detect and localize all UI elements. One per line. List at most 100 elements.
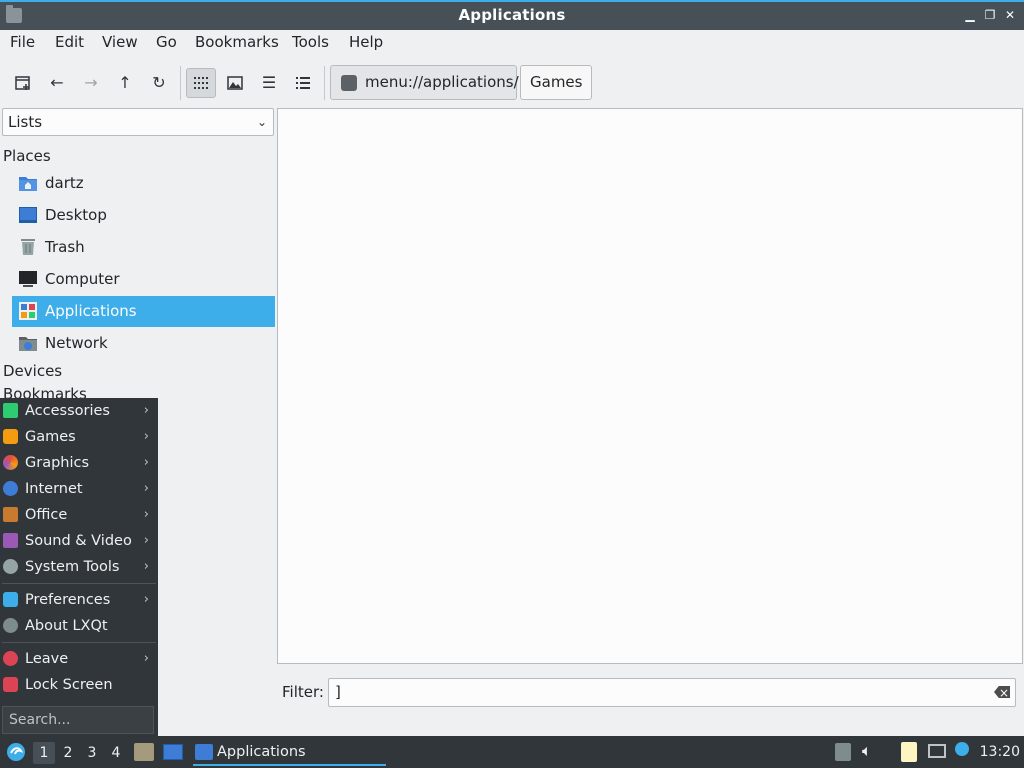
network-icon[interactable]: [928, 744, 946, 758]
place-item-desktop[interactable]: Desktop: [12, 200, 275, 231]
place-label: Computer: [45, 270, 120, 288]
clipboard-icon[interactable]: [901, 742, 917, 762]
title-bar: Applications ▁ ❐ ✕: [0, 0, 1024, 30]
menu-file[interactable]: File: [10, 33, 35, 51]
system-tools-icon: [3, 559, 18, 574]
volume-icon[interactable]: 🔈︎: [862, 741, 872, 761]
icon-grid-icon: [194, 77, 208, 89]
minimize-button[interactable]: ▁: [962, 7, 978, 23]
back-button[interactable]: ←: [42, 68, 72, 98]
menu-item-games[interactable]: Games ›: [0, 424, 158, 450]
chevron-right-icon: ›: [143, 559, 149, 574]
menu-item-lock-screen[interactable]: Lock Screen: [0, 672, 158, 698]
place-item-home[interactable]: dartz: [12, 168, 275, 199]
detailed-list-icon: [296, 77, 310, 89]
path-button-current[interactable]: Games: [520, 65, 593, 100]
menu-item-internet[interactable]: Internet ›: [0, 476, 158, 502]
forward-button[interactable]: →: [76, 68, 106, 98]
icon-view-button[interactable]: [186, 68, 216, 98]
side-pane-mode-select[interactable]: Lists ⌄: [2, 108, 274, 136]
place-item-applications[interactable]: Applications: [12, 296, 275, 327]
filter-value: ]: [335, 683, 341, 701]
places-header: Places: [3, 147, 51, 165]
menu-item-label: Accessories: [25, 403, 110, 419]
menu-go[interactable]: Go: [156, 33, 177, 51]
chevron-right-icon: ›: [143, 429, 149, 444]
menu-item-label: Lock Screen: [25, 677, 113, 693]
devices-header: Devices: [3, 362, 63, 380]
place-item-network[interactable]: Network: [12, 328, 275, 359]
menu-edit[interactable]: Edit: [55, 33, 84, 51]
search-placeholder: Search...: [9, 712, 71, 728]
menu-tools[interactable]: Tools: [292, 33, 329, 51]
menu-item-office[interactable]: Office ›: [0, 502, 158, 528]
toolbar-separator: [324, 66, 325, 100]
menu-item-graphics[interactable]: Graphics ›: [0, 450, 158, 476]
start-menu: Accessories › Games › Graphics › Internet › …: [0, 398, 158, 736]
workspace-4[interactable]: 4: [105, 742, 127, 764]
place-item-computer[interactable]: Computer: [12, 264, 275, 295]
side-pane-mode-value: Lists: [8, 113, 43, 131]
notification-icon[interactable]: [955, 742, 969, 756]
path-button-root[interactable]: menu://applications/: [330, 65, 519, 100]
removable-media-icon[interactable]: [835, 743, 851, 761]
chevron-right-icon: ›: [143, 455, 149, 470]
applications-icon: [19, 302, 37, 320]
menu-help[interactable]: Help: [349, 33, 383, 51]
restore-button[interactable]: ❐: [982, 7, 998, 23]
games-icon: [3, 429, 18, 444]
menu-item-label: Preferences: [25, 592, 111, 608]
new-tab-button[interactable]: [8, 68, 38, 98]
place-label: Desktop: [45, 206, 107, 224]
menu-item-label: Office: [25, 507, 68, 523]
chevron-right-icon: ›: [143, 533, 149, 548]
filter-input[interactable]: ]: [328, 678, 1016, 707]
list-icon: ☰: [261, 73, 277, 92]
compact-view-button[interactable]: ☰: [254, 68, 284, 98]
up-button[interactable]: ↑: [110, 68, 140, 98]
reload-icon: ↻: [152, 73, 166, 92]
menu-view[interactable]: View: [102, 33, 138, 51]
thumbnail-view-button[interactable]: [220, 68, 250, 98]
menu-item-sound-video[interactable]: Sound & Video ›: [0, 528, 158, 554]
clear-icon[interactable]: [994, 686, 1010, 698]
menu-separator: [2, 583, 156, 584]
menu-item-system-tools[interactable]: System Tools ›: [0, 554, 158, 580]
menu-search-input[interactable]: Search...: [2, 706, 154, 734]
computer-icon: [19, 271, 37, 287]
chevron-right-icon: ›: [143, 403, 149, 418]
workspace-3[interactable]: 3: [81, 742, 103, 764]
menu-item-about[interactable]: About LXQt: [0, 613, 158, 639]
menu-bar: File Edit View Go Bookmarks Tools Help: [0, 30, 1024, 56]
menu-item-label: Sound & Video: [25, 533, 132, 549]
file-view[interactable]: [277, 108, 1023, 664]
menu-item-accessories[interactable]: Accessories ›: [0, 398, 158, 424]
lxqt-main-menu-icon[interactable]: [6, 742, 26, 762]
path-current-label: Games: [530, 73, 583, 91]
chevron-right-icon: ›: [143, 507, 149, 522]
close-button[interactable]: ✕: [1002, 7, 1018, 23]
reload-button[interactable]: ↻: [144, 68, 174, 98]
workspace-1[interactable]: 1: [33, 742, 55, 764]
menu-item-label: System Tools: [25, 559, 120, 575]
show-desktop-icon[interactable]: [163, 744, 183, 760]
chevron-right-icon: ›: [143, 592, 149, 607]
place-item-trash[interactable]: Trash: [12, 232, 275, 263]
place-label: Applications: [45, 302, 137, 320]
task-button-applications[interactable]: Applications: [193, 738, 386, 766]
menu-bookmarks[interactable]: Bookmarks: [195, 33, 279, 51]
workspace-2[interactable]: 2: [57, 742, 79, 764]
desktop-icon: [19, 207, 37, 223]
lock-icon: [3, 677, 18, 692]
menu-item-label: Internet: [25, 481, 83, 497]
accessories-icon: [3, 403, 18, 418]
chevron-right-icon: ›: [143, 481, 149, 496]
file-manager-launcher-icon[interactable]: [134, 743, 154, 761]
filter-label: Filter:: [282, 683, 324, 701]
menu-item-leave[interactable]: Leave ›: [0, 646, 158, 672]
window-title: Applications: [458, 6, 566, 24]
detailed-view-button[interactable]: [288, 68, 318, 98]
menu-item-preferences[interactable]: Preferences ›: [0, 587, 158, 613]
arrow-right-icon: →: [84, 73, 98, 92]
clock[interactable]: 13:20: [980, 736, 1020, 768]
